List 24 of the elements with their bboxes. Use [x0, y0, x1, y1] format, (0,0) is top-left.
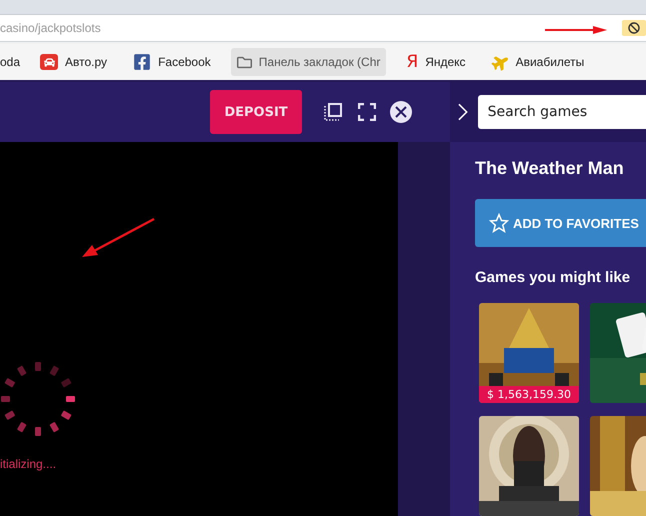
annotation-arrow	[545, 26, 607, 34]
window-mode-icon[interactable]	[322, 101, 344, 123]
section-title: Games you might like	[475, 269, 632, 286]
add-to-favorites-button[interactable]: ADD TO FAVORITES	[475, 199, 646, 247]
fullscreen-icon[interactable]	[356, 101, 378, 123]
yandex-icon: Я	[406, 52, 418, 72]
bookmark-item[interactable]: oda	[0, 48, 20, 76]
bookmark-item[interactable]: Панель закладок (Chr	[230, 48, 386, 76]
jackpot-amount: $ 1,563,159.30	[479, 386, 579, 403]
loading-status-text: itializing....	[0, 457, 58, 471]
search-field[interactable]: Search games	[478, 95, 646, 129]
bookmark-item[interactable]: Авто.ру	[34, 48, 114, 76]
close-icon[interactable]	[390, 101, 412, 123]
bookmark-item[interactable]: Facebook	[127, 48, 217, 76]
folder-icon	[236, 54, 252, 70]
blocked-icon[interactable]	[622, 20, 646, 36]
facebook-icon	[133, 53, 152, 71]
bookmark-item[interactable]: Авиабилеты	[486, 48, 590, 76]
star-icon	[489, 213, 509, 233]
game-title: The Weather Man	[475, 158, 625, 179]
deposit-button[interactable]: DEPOSIT	[210, 90, 302, 134]
bookmark-item[interactable]: Я Яндекс	[400, 48, 472, 76]
car-icon	[40, 54, 58, 70]
chevron-right-icon[interactable]	[458, 103, 468, 121]
